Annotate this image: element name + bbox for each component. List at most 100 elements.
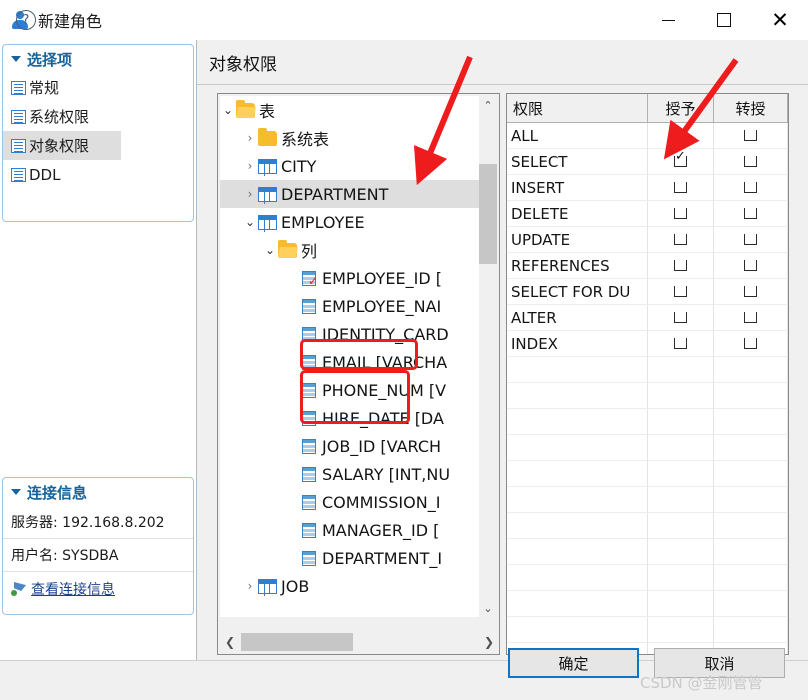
chevron-down-icon[interactable]: ⌄: [220, 103, 236, 117]
tree-horizontal-scrollbar[interactable]: ❮ ❯: [220, 632, 499, 652]
empty-cell: [507, 383, 648, 409]
chevron-right-icon[interactable]: ›: [242, 159, 258, 173]
tree-node[interactable]: DEPARTMENT_I: [220, 544, 481, 572]
maximize-button[interactable]: [696, 0, 752, 40]
chevron-down-icon: [11, 489, 21, 495]
tree-node[interactable]: SALARY [INT,NU: [220, 460, 481, 488]
chevron-right-icon[interactable]: ›: [242, 579, 258, 593]
transfer-checkbox[interactable]: [744, 338, 757, 349]
tree-node[interactable]: › 系统表: [220, 124, 481, 152]
grant-checkbox[interactable]: [674, 286, 687, 297]
transfer-checkbox[interactable]: [744, 156, 757, 167]
scroll-right-icon[interactable]: ❯: [479, 632, 499, 652]
sidebar-item-object-privileges[interactable]: 对象权限: [3, 131, 121, 160]
column-icon: [302, 522, 316, 538]
chevron-right-icon[interactable]: ›: [242, 131, 258, 145]
empty-cell: [648, 409, 714, 435]
ok-button[interactable]: 确定: [508, 648, 639, 678]
tree-node[interactable]: ⌄ 列: [220, 236, 481, 264]
scroll-down-icon[interactable]: ⌄: [479, 599, 497, 617]
transfer-checkbox[interactable]: [744, 208, 757, 219]
table-row-empty: [507, 617, 788, 643]
connection-group-header[interactable]: 连接信息: [3, 478, 193, 506]
help-icon[interactable]: ?: [16, 10, 36, 30]
chevron-down-icon[interactable]: ⌄: [242, 215, 258, 229]
column-icon: [302, 494, 316, 510]
sidebar-item-general[interactable]: 常规: [3, 73, 193, 102]
grant-cell: [648, 175, 714, 201]
view-connection-info-link[interactable]: 查看连接信息: [3, 572, 193, 606]
transfer-checkbox[interactable]: [744, 234, 757, 245]
table-row[interactable]: DELETE: [507, 201, 788, 227]
table-row[interactable]: ALL: [507, 123, 788, 149]
grant-cell: [648, 331, 714, 357]
tree-node-label: SALARY [INT,NU: [322, 464, 451, 484]
tree-node[interactable]: › JOB: [220, 572, 481, 600]
grant-checkbox[interactable]: [674, 182, 687, 193]
empty-cell: [648, 357, 714, 383]
grant-checkbox[interactable]: [674, 312, 687, 323]
table-row[interactable]: INSERT: [507, 175, 788, 201]
chevron-right-icon[interactable]: ›: [242, 187, 258, 201]
scroll-left-icon[interactable]: ❮: [220, 632, 240, 652]
transfer-cell: [714, 123, 788, 149]
grant-cell: [648, 279, 714, 305]
empty-cell: [648, 591, 714, 617]
table-row[interactable]: SELECT FOR DU: [507, 279, 788, 305]
grant-checkbox[interactable]: [674, 150, 687, 167]
minimize-button[interactable]: [640, 0, 696, 40]
permission-name: REFERENCES: [507, 253, 648, 279]
transfer-cell: [714, 175, 788, 201]
grant-cell: [648, 201, 714, 227]
tree-node[interactable]: EMPLOYEE_NAI: [220, 292, 481, 320]
table-row-empty: [507, 487, 788, 513]
sidebar-item-label: DDL: [29, 165, 61, 184]
page-icon: [11, 109, 26, 124]
transfer-checkbox[interactable]: [744, 130, 757, 141]
table-row[interactable]: SELECT: [507, 149, 788, 175]
table-row[interactable]: INDEX: [507, 331, 788, 357]
tree-node[interactable]: ⌄ EMPLOYEE: [220, 208, 481, 236]
table-row[interactable]: REFERENCES: [507, 253, 788, 279]
sidebar-item-system-privileges[interactable]: 系统权限: [3, 102, 193, 131]
transfer-checkbox[interactable]: [744, 260, 757, 271]
empty-cell: [648, 435, 714, 461]
grant-checkbox[interactable]: [674, 130, 687, 141]
empty-cell: [714, 513, 788, 539]
table-header-row: 权限 授予 转授: [507, 94, 788, 123]
table-row[interactable]: ALTER: [507, 305, 788, 331]
chevron-down-icon[interactable]: ⌄: [262, 243, 278, 257]
table-row-empty: [507, 409, 788, 435]
transfer-checkbox[interactable]: [744, 286, 757, 297]
table-row[interactable]: UPDATE: [507, 227, 788, 253]
scrollbar-thumb[interactable]: [479, 164, 497, 264]
scroll-up-icon[interactable]: ⌃: [479, 96, 497, 114]
transfer-checkbox[interactable]: [744, 312, 757, 323]
permission-name: ALTER: [507, 305, 648, 331]
tree-vertical-scrollbar[interactable]: ⌃ ⌄: [479, 96, 497, 617]
tree-node[interactable]: ⌄ 表: [220, 96, 481, 124]
transfer-cell: [714, 253, 788, 279]
options-group-header[interactable]: 选择项: [3, 45, 193, 73]
tree-node[interactable]: MANAGER_ID [: [220, 516, 481, 544]
tree-node[interactable]: EMPLOYEE_ID [: [220, 264, 481, 292]
grant-checkbox[interactable]: [674, 234, 687, 245]
close-icon[interactable]: ✕: [752, 0, 808, 40]
table-icon: [258, 578, 277, 594]
tree-node[interactable]: JOB_ID [VARCH: [220, 432, 481, 460]
grant-checkbox[interactable]: [674, 260, 687, 271]
grant-checkbox[interactable]: [674, 338, 687, 349]
grant-cell: [648, 305, 714, 331]
permissions-table: 权限 授予 转授 ALLSELECTINSERTDELETEUPDATEREFE…: [506, 93, 789, 655]
tree-node[interactable]: › CITY: [220, 152, 481, 180]
new-role-dialog: 新建角色 ✕ 选择项 常规 系统权限 对象权限 DDL 连接信息 服务器: 19…: [0, 0, 808, 700]
tree-node-label: DEPARTMENT_I: [322, 548, 443, 568]
tree-node[interactable]: › DEPARTMENT: [220, 180, 481, 208]
tree-node[interactable]: COMMISSION_I: [220, 488, 481, 516]
grant-checkbox[interactable]: [674, 208, 687, 219]
sidebar-item-ddl[interactable]: DDL: [3, 160, 193, 189]
grant-cell: [648, 253, 714, 279]
transfer-checkbox[interactable]: [744, 182, 757, 193]
scrollbar-thumb[interactable]: [241, 633, 353, 651]
transfer-cell: [714, 279, 788, 305]
